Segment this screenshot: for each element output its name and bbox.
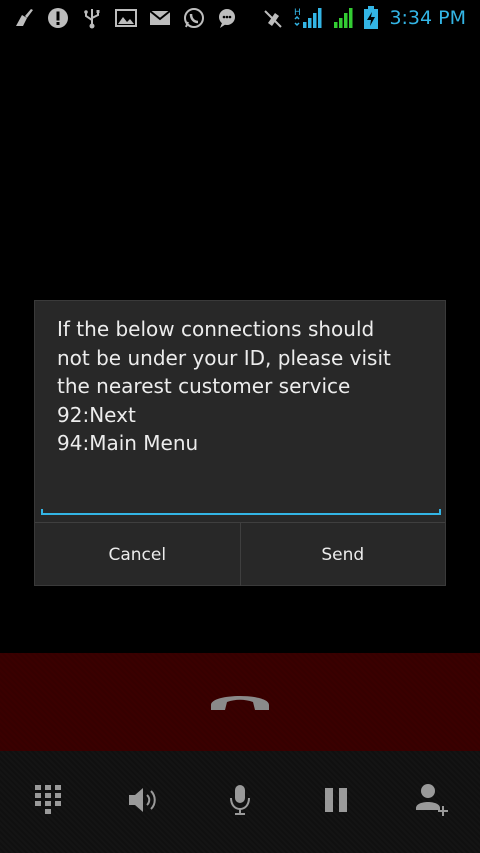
send-button[interactable]: Send — [239, 523, 446, 586]
system-icons: H 3:34 PM — [261, 0, 466, 36]
cancel-button[interactable]: Cancel — [35, 523, 240, 586]
status-bar: H 3:34 PM — [0, 0, 480, 36]
dialog-button-bar: Cancel Send — [35, 522, 445, 586]
end-call-button[interactable] — [0, 653, 480, 751]
in-call-controls — [0, 751, 480, 853]
speaker-icon — [127, 785, 161, 819]
dialpad-button[interactable] — [0, 751, 96, 853]
usb-icon — [80, 6, 104, 30]
signal-icon — [331, 6, 355, 30]
notification-icons — [12, 0, 240, 36]
chat-icon — [216, 6, 240, 30]
mute-icon — [228, 783, 252, 821]
image-icon — [114, 6, 138, 30]
hold-icon — [322, 786, 350, 818]
battery-charging-icon — [363, 6, 379, 30]
whatsapp-icon — [182, 6, 206, 30]
clock: 3:34 PM — [389, 7, 466, 29]
screen: H 3:34 PM If the below connections shoul… — [0, 0, 480, 853]
add-call-icon — [414, 782, 450, 822]
speaker-button[interactable] — [96, 751, 192, 853]
broom-icon — [12, 6, 36, 30]
ussd-dialog: If the below connections should not be u… — [34, 300, 446, 586]
dialpad-icon — [34, 784, 62, 820]
signal-h-icon: H — [293, 6, 323, 30]
add-call-button[interactable] — [384, 751, 480, 853]
muted-mic-icon — [261, 6, 285, 30]
hold-button[interactable] — [288, 751, 384, 853]
mute-button[interactable] — [192, 751, 288, 853]
alert-icon — [46, 6, 70, 30]
dialog-message: If the below connections should not be u… — [57, 317, 391, 455]
mail-icon — [148, 6, 172, 30]
reply-input-field[interactable] — [41, 509, 441, 515]
end-call-icon — [207, 685, 273, 719]
